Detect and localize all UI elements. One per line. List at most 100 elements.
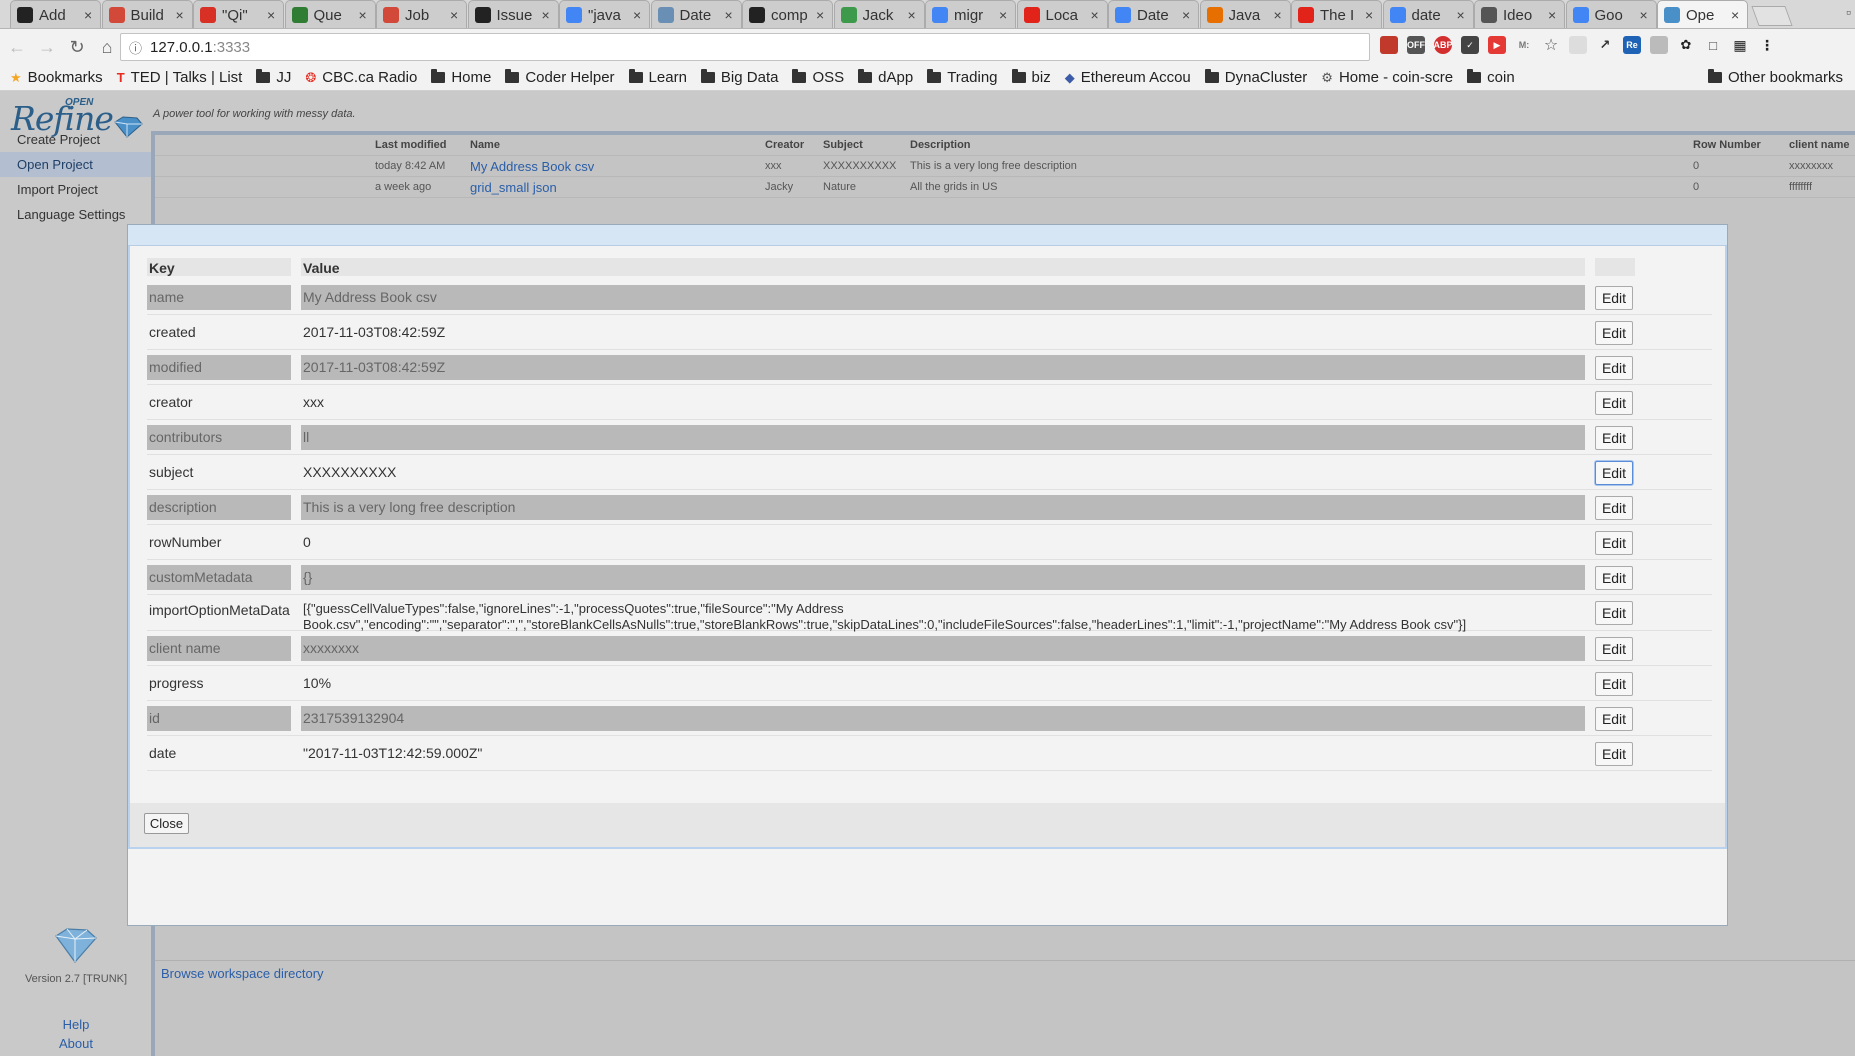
edit-button[interactable]: Edit	[1595, 531, 1633, 555]
bookmark-item[interactable]: DynaCluster	[1204, 69, 1307, 86]
extension-media-icon[interactable]: ▶	[1488, 36, 1506, 54]
extension-chart-icon[interactable]: ↗	[1596, 36, 1614, 54]
browser-tab[interactable]: Date ×	[1108, 0, 1199, 28]
bookmark-item[interactable]: JJ	[256, 69, 291, 86]
close-icon[interactable]: ×	[450, 7, 462, 23]
extension-re-icon[interactable]: Re	[1623, 36, 1641, 54]
close-icon[interactable]: ×	[816, 7, 828, 23]
extension-page-icon[interactable]	[1569, 36, 1587, 54]
column-header[interactable]: Creator	[765, 139, 804, 151]
column-header[interactable]: Row Number	[1693, 139, 1761, 151]
bookmark-item[interactable]: ⚙ Home - coin-scre	[1321, 69, 1453, 86]
close-icon[interactable]: ×	[1457, 7, 1469, 23]
close-button[interactable]: Close	[144, 813, 189, 834]
bookmark-item[interactable]: T TED | Talks | List	[117, 69, 243, 86]
browser-tab[interactable]: Jack ×	[833, 0, 925, 28]
edit-button[interactable]: Edit	[1595, 672, 1633, 696]
browser-tab[interactable]: Goo ×	[1565, 0, 1657, 28]
nav-item-import-project[interactable]: Import Project	[0, 177, 152, 202]
bookmark-item[interactable]: Trading	[927, 69, 998, 86]
edit-button[interactable]: Edit	[1595, 637, 1633, 661]
close-icon[interactable]: ×	[359, 7, 371, 23]
back-button[interactable]: ←	[4, 34, 30, 60]
browser-tab[interactable]: Add ×	[10, 0, 101, 28]
bookmark-item[interactable]: Big Data	[700, 69, 778, 86]
home-button[interactable]: ⌂	[94, 34, 120, 60]
edit-button[interactable]: Edit	[1595, 391, 1633, 415]
about-link[interactable]: About	[0, 1036, 152, 1051]
help-link[interactable]: Help	[0, 1017, 152, 1032]
close-icon[interactable]: ×	[999, 7, 1011, 23]
bookmark-item[interactable]: OSS	[792, 69, 844, 86]
browser-tab[interactable]: migr ×	[925, 0, 1016, 28]
column-header[interactable]: Last modified	[375, 139, 447, 151]
new-tab-button[interactable]	[1750, 6, 1793, 26]
close-icon[interactable]: ×	[1274, 7, 1286, 23]
browser-tab[interactable]: "java ×	[559, 0, 650, 28]
close-icon[interactable]: ×	[1640, 7, 1652, 23]
star-bookmark-icon[interactable]: ☆	[1542, 36, 1560, 54]
adblock-icon[interactable]: ABP	[1434, 36, 1453, 54]
browser-tab[interactable]: Ope ×	[1657, 0, 1748, 28]
reload-button[interactable]: ↻	[64, 34, 90, 60]
bookmark-item[interactable]: dApp	[858, 69, 913, 86]
edit-button[interactable]: Edit	[1595, 742, 1633, 766]
browser-tab[interactable]: Loca ×	[1016, 0, 1108, 28]
column-header[interactable]: Subject	[823, 139, 863, 151]
browse-workspace-link[interactable]: Browse workspace directory	[155, 960, 1855, 987]
bookmark-item[interactable]: Home	[431, 69, 491, 86]
browser-tab[interactable]: Job ×	[376, 0, 467, 28]
nav-item-create-project[interactable]: Create Project	[0, 127, 152, 152]
bookmark-item[interactable]: ★ Bookmarks	[10, 69, 103, 86]
close-icon[interactable]: ×	[1091, 7, 1103, 23]
close-icon[interactable]: ×	[542, 7, 554, 23]
close-icon[interactable]: ×	[1182, 7, 1194, 23]
browser-tab[interactable]: Ideo ×	[1474, 0, 1565, 28]
edit-button[interactable]: Edit	[1595, 566, 1633, 590]
close-icon[interactable]: ×	[633, 7, 645, 23]
edit-button[interactable]: Edit	[1595, 461, 1633, 485]
bookmark-item[interactable]: biz	[1011, 69, 1051, 86]
close-icon[interactable]: ×	[84, 7, 96, 23]
extension-m-icon[interactable]: M:	[1515, 36, 1533, 54]
extension-sidebar-icon[interactable]: ▦	[1731, 36, 1749, 54]
nav-item-open-project[interactable]: Open Project	[0, 152, 152, 177]
other-bookmarks[interactable]: Other bookmarks	[1707, 69, 1843, 86]
browser-tab[interactable]: Date ×	[650, 0, 742, 28]
bookmark-item[interactable]: Coder Helper	[505, 69, 615, 86]
browser-tab[interactable]: Build ×	[101, 0, 193, 28]
edit-button[interactable]: Edit	[1595, 321, 1633, 345]
close-icon[interactable]: ×	[1731, 7, 1743, 23]
close-icon[interactable]: ×	[267, 7, 279, 23]
close-icon[interactable]: ×	[725, 7, 737, 23]
extension-leaf-icon[interactable]: ✿	[1677, 36, 1695, 54]
browser-tab[interactable]: Issue ×	[467, 0, 559, 28]
forward-button[interactable]: →	[34, 34, 60, 60]
extension-red-icon[interactable]	[1380, 36, 1398, 54]
browser-tab[interactable]: "Qi" ×	[193, 0, 284, 28]
column-header[interactable]: Name	[470, 139, 500, 151]
browser-tab[interactable]: comp ×	[742, 0, 833, 28]
extension-cast-icon[interactable]: □	[1704, 36, 1722, 54]
edit-button[interactable]: Edit	[1595, 356, 1633, 380]
close-icon[interactable]: ×	[1548, 7, 1560, 23]
browser-tab[interactable]: Que ×	[284, 0, 376, 28]
column-header[interactable]: client name	[1789, 139, 1850, 151]
project-name-link[interactable]: My Address Book csv	[470, 159, 594, 174]
bookmark-item[interactable]: Learn	[628, 69, 687, 86]
address-bar[interactable]: ⓘ 127.0.0.1:3333	[120, 33, 1370, 61]
edit-button[interactable]: Edit	[1595, 426, 1633, 450]
column-header[interactable]: Description	[910, 139, 971, 151]
close-icon[interactable]: ×	[1365, 7, 1377, 23]
bookmark-item[interactable]: ◆ Ethereum Accou	[1065, 69, 1191, 86]
project-name-link[interactable]: grid_small json	[470, 180, 557, 195]
browser-tab[interactable]: date ×	[1382, 0, 1474, 28]
browser-tab[interactable]: Java ×	[1199, 0, 1291, 28]
close-icon[interactable]: ×	[908, 7, 920, 23]
close-icon[interactable]: ×	[176, 7, 188, 23]
window-controls[interactable]: ▫	[1846, 4, 1851, 20]
edit-button[interactable]: Edit	[1595, 286, 1633, 310]
bookmark-item[interactable]: coin	[1467, 69, 1515, 86]
browser-tab[interactable]: The I ×	[1291, 0, 1382, 28]
edit-button[interactable]: Edit	[1595, 601, 1633, 625]
